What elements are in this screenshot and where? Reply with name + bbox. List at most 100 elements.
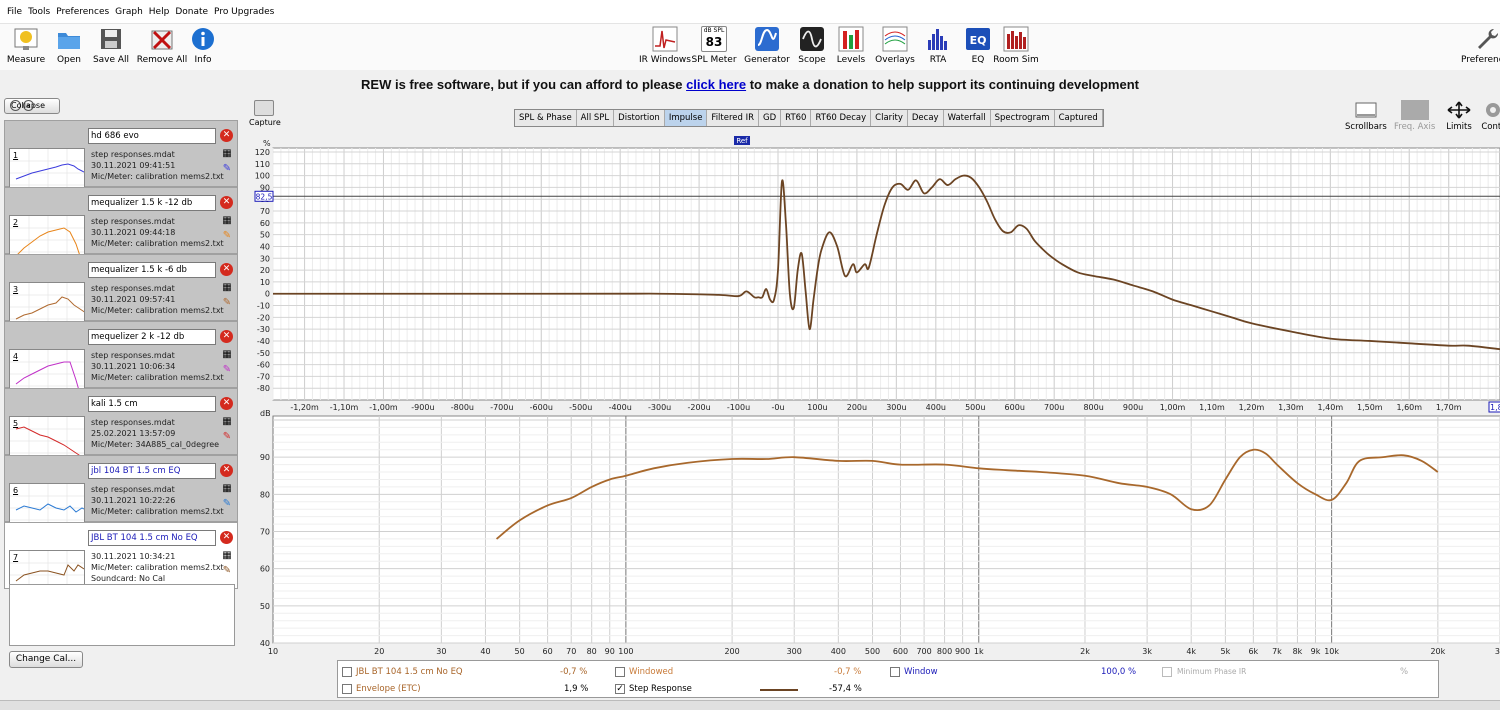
remove-measurement-icon[interactable]: ✕: [220, 531, 233, 544]
measurement-item[interactable]: mequalizer 1.5 k -12 db✕ 2 40 20,0 step …: [4, 187, 238, 265]
graph-tab[interactable]: Captured: [1055, 110, 1103, 126]
envelope-checkbox[interactable]: [342, 684, 352, 694]
measurement-info-line: 30.11.2021 09:44:18: [91, 228, 176, 237]
y-tick-label: 60: [260, 565, 270, 574]
menu-graph[interactable]: Graph: [114, 7, 144, 17]
measurement-info-line: step responses.mdat: [91, 150, 175, 159]
limits-button[interactable]: Limits: [1446, 100, 1472, 132]
preferences-button[interactable]: Preferences: [1452, 26, 1500, 65]
edit-color-icon[interactable]: ✎: [221, 565, 233, 577]
menu-tools[interactable]: Tools: [27, 7, 51, 17]
y-tick-label: -50: [257, 349, 270, 358]
open-label: Open: [56, 55, 82, 65]
menu-pro-upgrades[interactable]: Pro Upgrades: [213, 7, 275, 17]
measurement-name-field[interactable]: mequalizer 1.5 k -12 db: [88, 195, 216, 211]
save-measurement-icon[interactable]: ▦: [221, 483, 233, 495]
edit-color-icon[interactable]: ✎: [221, 297, 233, 309]
remove-measurement-icon[interactable]: ✕: [220, 263, 233, 276]
graph-tab[interactable]: Decay: [908, 110, 944, 126]
menu-preferences[interactable]: Preferences: [55, 7, 110, 17]
info-button[interactable]: Info: [173, 26, 233, 65]
graph-tab[interactable]: Filtered IR: [707, 110, 760, 126]
edit-color-icon[interactable]: ✎: [221, 230, 233, 242]
menu-donate[interactable]: Donate: [174, 7, 209, 17]
graph-tab[interactable]: Clarity: [871, 110, 908, 126]
measure-icon: [14, 28, 38, 50]
menu-file[interactable]: File: [6, 7, 23, 17]
x-tick-label: 900: [955, 647, 970, 656]
edit-color-icon[interactable]: ✎: [221, 163, 233, 175]
controls-button[interactable]: Contr: [1480, 100, 1500, 132]
save-measurement-icon[interactable]: ▦: [221, 349, 233, 361]
graph-tab[interactable]: Spectrogram: [991, 110, 1055, 126]
remove-measurement-icon[interactable]: ✕: [220, 330, 233, 343]
x-tick-label: 40: [480, 647, 490, 656]
edit-color-icon[interactable]: ✎: [221, 431, 233, 443]
windowed-checkbox[interactable]: [615, 667, 625, 677]
y-tick-label: 80: [260, 490, 270, 499]
graph-tab[interactable]: All SPL: [577, 110, 615, 126]
generator-icon: [755, 27, 779, 51]
measurement-item[interactable]: hd 686 evo✕ 1 40 20,0 step responses.mda…: [4, 120, 238, 198]
y-tick-label: -10: [257, 302, 270, 311]
measurement-name-field[interactable]: hd 686 evo: [88, 128, 216, 144]
edit-color-icon[interactable]: ✎: [221, 364, 233, 376]
gear-icon: [1486, 103, 1500, 117]
notes-textarea[interactable]: [9, 584, 235, 646]
measurement-info-line: Soundcard: No Cal: [91, 574, 166, 583]
remove-measurement-icon[interactable]: ✕: [220, 464, 233, 477]
donate-link[interactable]: click here: [686, 77, 746, 92]
overlays-icon: [882, 26, 908, 52]
measurement-item[interactable]: mequelizer 2 k -12 db✕ 4 40 20,0 step re…: [4, 321, 238, 399]
step-response-checkbox[interactable]: ✓: [615, 684, 625, 694]
graph-tab[interactable]: GD: [759, 110, 782, 126]
measurement-item[interactable]: kali 1.5 cm✕ 5 30 20,0 step responses.md…: [4, 388, 238, 466]
capture-label: Capture: [249, 118, 281, 127]
legend-main-checkbox[interactable]: [342, 667, 352, 677]
edit-color-icon[interactable]: ✎: [221, 498, 233, 510]
x-tick-label: 800: [937, 647, 952, 656]
measurement-item[interactable]: mequalizer 1.5 k -6 db✕ 3 40 20,0 step r…: [4, 254, 238, 332]
scrollbars-button[interactable]: Scrollbars: [1345, 100, 1387, 132]
y-tick-label: -20: [257, 313, 270, 322]
window-checkbox[interactable]: [890, 667, 900, 677]
measurement-name-field[interactable]: jbl 104 BT 1.5 cm EQ: [88, 463, 216, 479]
y-tick-label: 20: [260, 266, 270, 275]
save-measurement-icon[interactable]: ▦: [221, 416, 233, 428]
remove-measurement-icon[interactable]: ✕: [220, 196, 233, 209]
measurement-item[interactable]: JBL BT 104 1.5 cm No EQ✕ 7 40 20,0k 30.1…: [4, 522, 238, 600]
remove-measurement-icon[interactable]: ✕: [220, 397, 233, 410]
x-tick-label: 10k: [1324, 647, 1339, 656]
room-sim-button[interactable]: Room Sim: [986, 26, 1046, 65]
graph-tab[interactable]: SPL & Phase: [515, 110, 577, 126]
measurement-number: 5: [13, 419, 19, 428]
collapse-button[interactable]: Collapse«: [4, 98, 60, 114]
measurement-info-line: Mic/Meter: calibration mems2.txt: [91, 239, 224, 248]
step-response-label: Step Response: [629, 684, 692, 694]
impulse-chart[interactable]: -1,20m -1,10m -1,00m -900u -800u -700u -600u -5…: [250, 136, 1500, 416]
measurement-name-field[interactable]: JBL BT 104 1.5 cm No EQ: [88, 530, 216, 546]
graph-tab[interactable]: RT60: [781, 110, 812, 126]
save-measurement-icon[interactable]: ▦: [221, 550, 233, 562]
save-measurement-icon[interactable]: ▦: [221, 282, 233, 294]
spl-meter-button[interactable]: dB SPL 83 SPL Meter: [684, 26, 744, 65]
remove-measurement-icon[interactable]: ✕: [220, 129, 233, 142]
measurement-name-field[interactable]: mequelizer 2 k -12 db: [88, 329, 216, 345]
measurement-name-field[interactable]: kali 1.5 cm: [88, 396, 216, 412]
frequency-chart[interactable]: 10 20 30 40 50 60 70 80 90 100 200 300 400 500 600 700 8…: [250, 406, 1500, 658]
graph-tab[interactable]: RT60 Decay: [811, 110, 872, 126]
graph-tab[interactable]: Distortion: [614, 110, 665, 126]
change-cal-button[interactable]: Change Cal...: [9, 651, 83, 668]
save-measurement-icon[interactable]: ▦: [221, 148, 233, 160]
graph-tab[interactable]: Impulse: [664, 110, 708, 126]
x-tick-label: 500: [865, 647, 880, 656]
x-tick-label: 9k: [1311, 647, 1321, 656]
measurement-item[interactable]: jbl 104 BT 1.5 cm EQ✕ 6 40 20,0 step res…: [4, 455, 238, 533]
menu-help[interactable]: Help: [148, 7, 171, 17]
controls-label: Contr: [1481, 122, 1500, 132]
minimum-phase-checkbox: [1162, 667, 1172, 677]
measurement-name-field[interactable]: mequalizer 1.5 k -6 db: [88, 262, 216, 278]
save-measurement-icon[interactable]: ▦: [221, 215, 233, 227]
capture-button[interactable]: Capture: [249, 100, 281, 127]
graph-tab[interactable]: Waterfall: [944, 110, 991, 126]
